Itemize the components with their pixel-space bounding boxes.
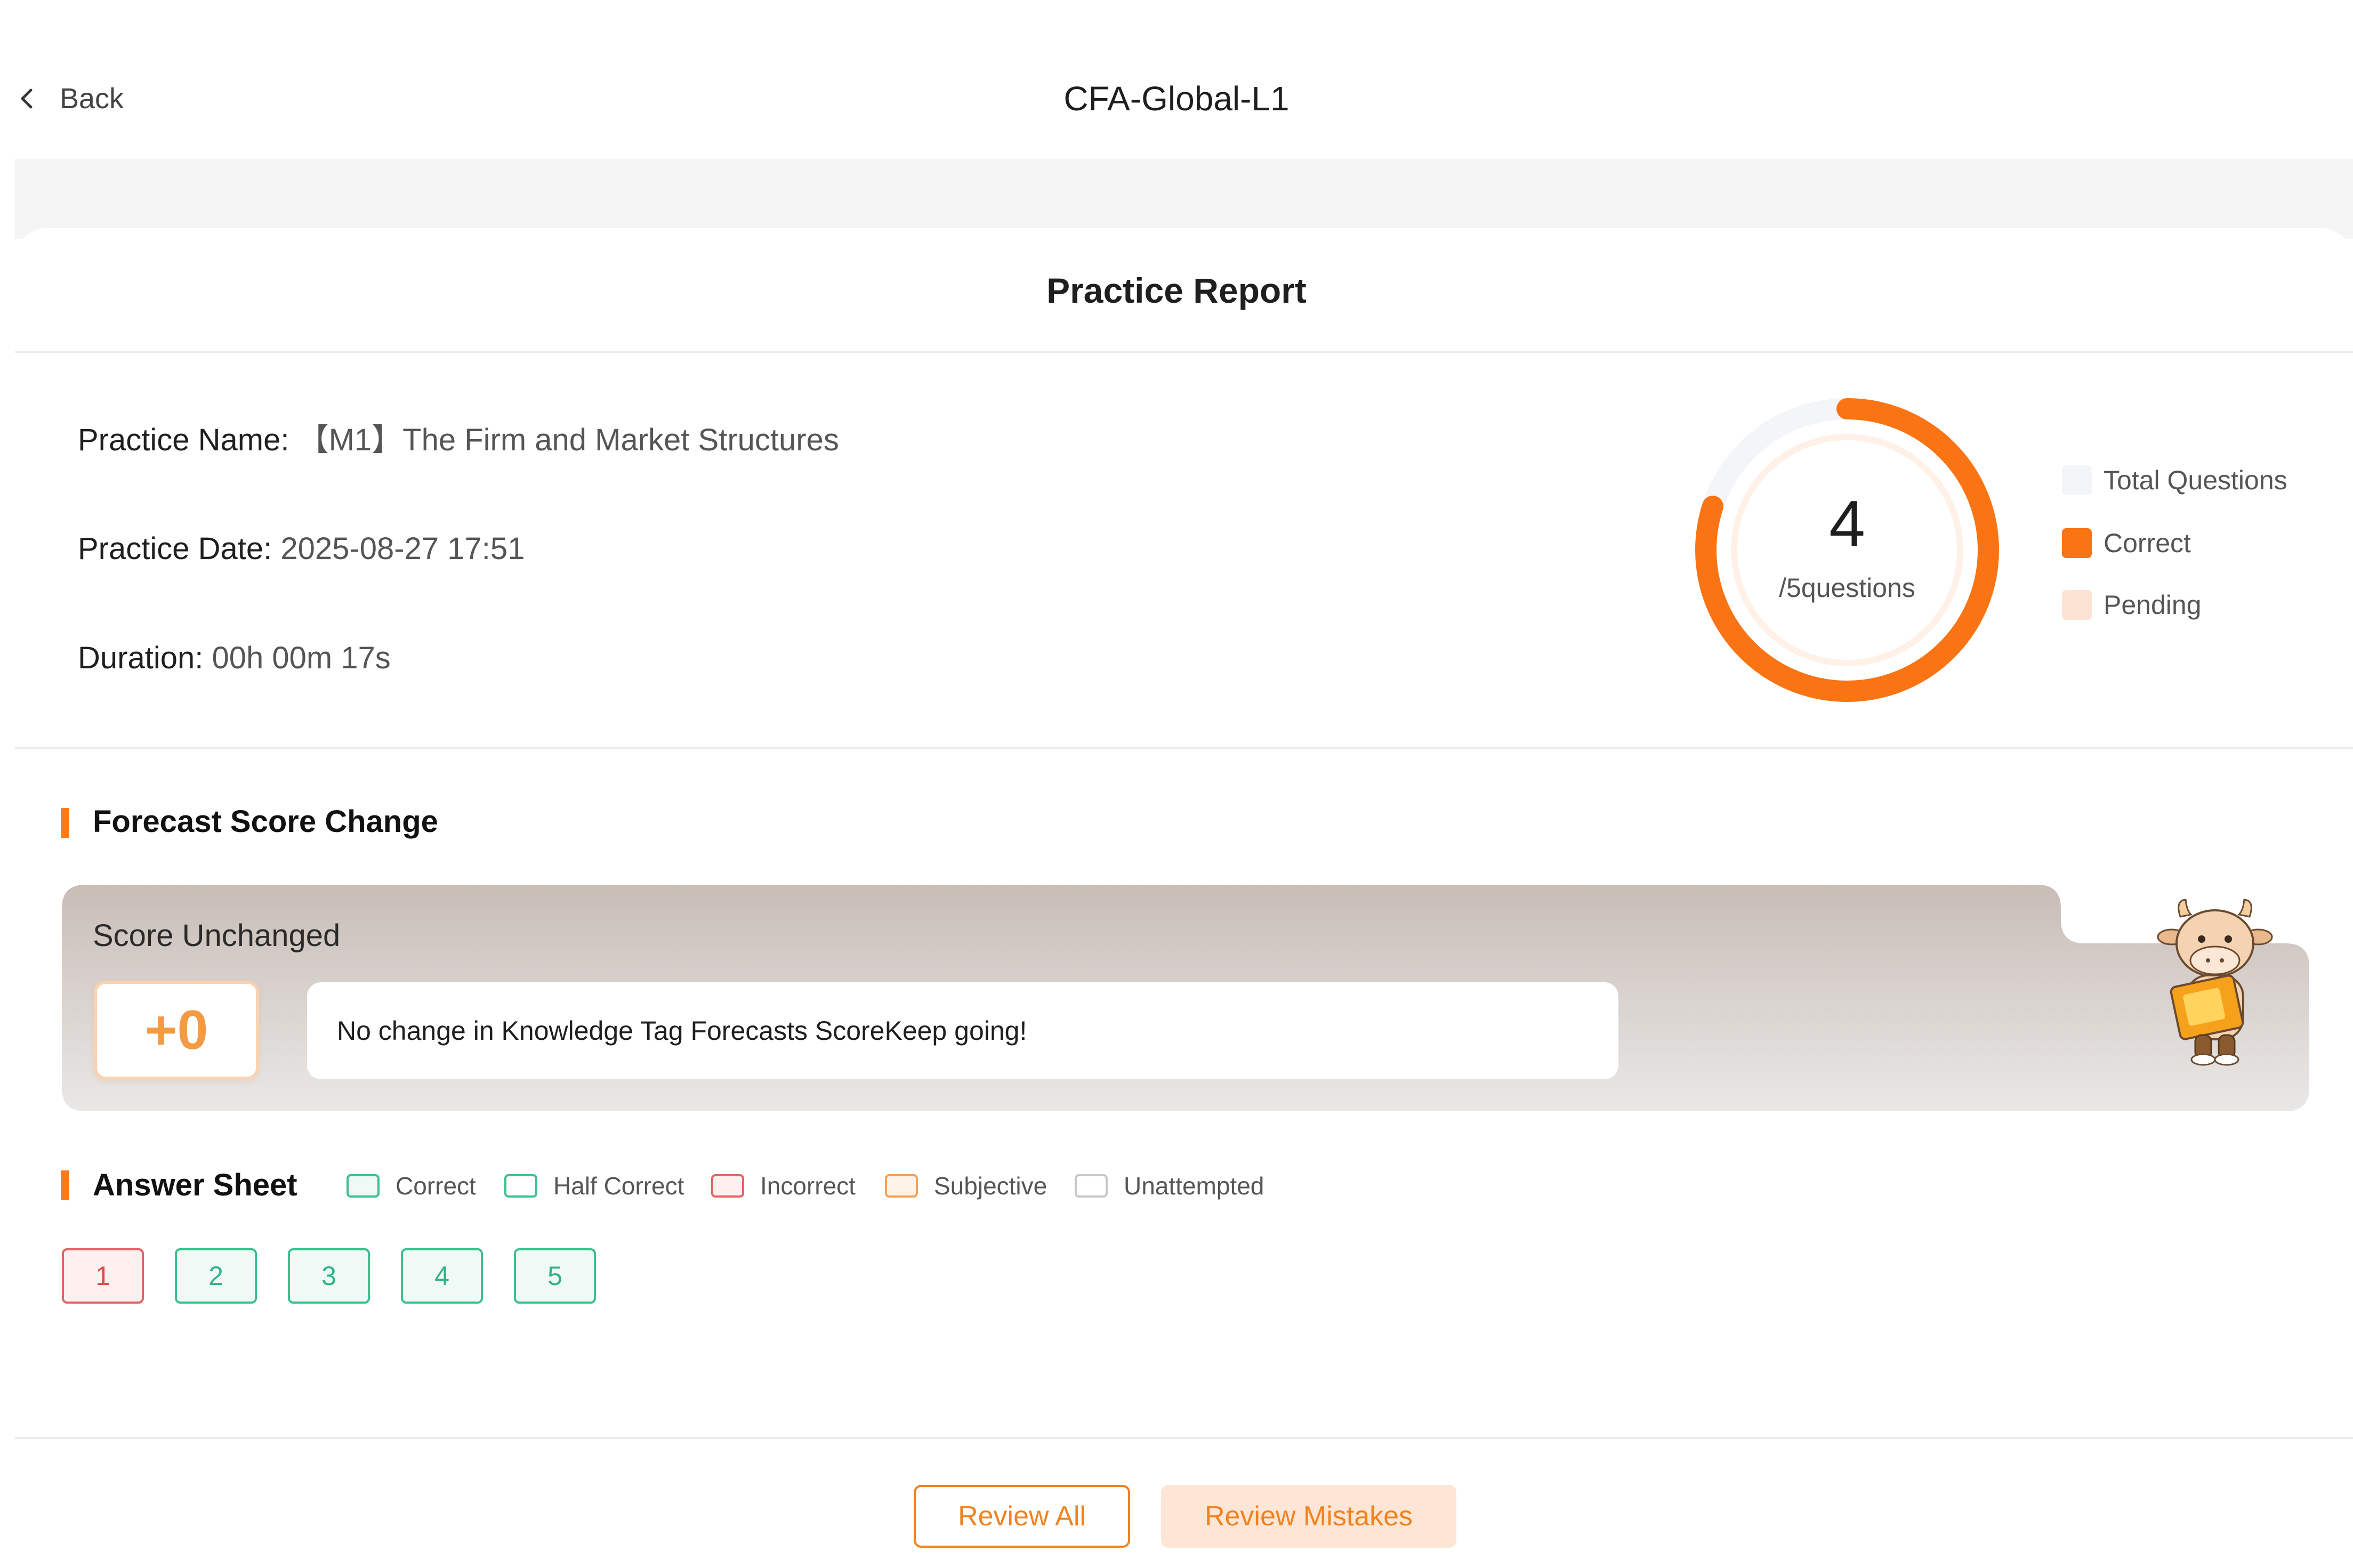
practice-date-value: 2025-08-27 17:51 — [280, 531, 525, 566]
legend-label: Unattempted — [1124, 1172, 1264, 1200]
divider — [15, 747, 2353, 749]
practice-name-value: 【M1】The Firm and Market Structures — [297, 423, 839, 457]
legend-swatch-total — [2062, 465, 2092, 495]
legend-swatch-pending — [2062, 590, 2092, 620]
answer-sheet-title: Answer Sheet — [93, 1168, 297, 1202]
review-all-button[interactable]: Review All — [914, 1485, 1130, 1548]
score-message-text: No change in Knowledge Tag Forecasts Sco… — [337, 1016, 1027, 1046]
legend-unattempted-status: Unattempted — [1075, 1167, 1264, 1205]
score-message: No change in Knowledge Tag Forecasts Sco… — [307, 982, 1618, 1079]
legend-label: Correct — [396, 1172, 476, 1200]
duration-label: Duration: — [78, 641, 204, 675]
score-delta-value: +0 — [144, 999, 208, 1061]
page-title: Practice Report — [1046, 271, 1307, 310]
section-accent-bar — [61, 1170, 69, 1200]
legend-swatch-correct — [2062, 528, 2092, 558]
divider — [15, 351, 2353, 353]
legend-label: Incorrect — [760, 1172, 856, 1200]
correct-count: 4 — [1829, 487, 1865, 560]
question-box-1[interactable]: 1 — [62, 1248, 144, 1304]
legend-label: Subjective — [934, 1172, 1047, 1200]
divider — [15, 1437, 2353, 1439]
legend-correct-status: Correct — [346, 1167, 476, 1205]
legend-swatch-subjective — [885, 1174, 918, 1198]
legend-swatch-incorrect — [711, 1174, 744, 1198]
question-box-2[interactable]: 2 — [175, 1248, 257, 1304]
legend-half-correct-status: Half Correct — [504, 1167, 684, 1205]
legend-swatch-half-correct — [504, 1174, 537, 1198]
legend-label: Half Correct — [553, 1172, 684, 1200]
legend-label: Total Questions — [2104, 465, 2287, 495]
practice-date-row: Practice Date: 2025-08-27 17:51 — [78, 528, 525, 570]
practice-name-row: Practice Name: 【M1】The Firm and Market S… — [78, 419, 839, 462]
legend-subjective-status: Subjective — [885, 1167, 1047, 1205]
app-title: CFA-Global-L1 — [1063, 79, 1290, 118]
practice-date-label: Practice Date: — [78, 531, 272, 566]
legend-incorrect-status: Incorrect — [711, 1167, 856, 1205]
score-delta-badge: +0 — [94, 981, 259, 1080]
legend-total-questions: Total Questions — [2062, 462, 2287, 499]
review-mistakes-button[interactable]: Review Mistakes — [1161, 1485, 1456, 1548]
header-band — [15, 159, 2353, 239]
question-box-5[interactable]: 5 — [514, 1248, 596, 1304]
duration-row: Duration: 00h 00m 17s — [78, 637, 391, 680]
practice-name-label: Practice Name: — [78, 423, 289, 457]
legend-correct: Correct — [2062, 524, 2191, 562]
forecast-section-title: Forecast Score Change — [93, 804, 438, 839]
score-status: Score Unchanged — [93, 918, 341, 953]
mascot-cow-icon — [2157, 899, 2273, 1066]
legend-pending: Pending — [2062, 586, 2202, 624]
question-box-4[interactable]: 4 — [401, 1248, 483, 1304]
legend-swatch-unattempted — [1075, 1174, 1108, 1198]
legend-swatch-correct — [346, 1174, 380, 1198]
legend-label: Pending — [2104, 590, 2202, 620]
section-accent-bar — [61, 808, 69, 838]
question-box-3[interactable]: 3 — [288, 1248, 370, 1304]
total-questions-label: /5questions — [1779, 573, 1915, 603]
duration-value: 00h 00m 17s — [212, 641, 391, 675]
legend-label: Correct — [2104, 528, 2191, 558]
